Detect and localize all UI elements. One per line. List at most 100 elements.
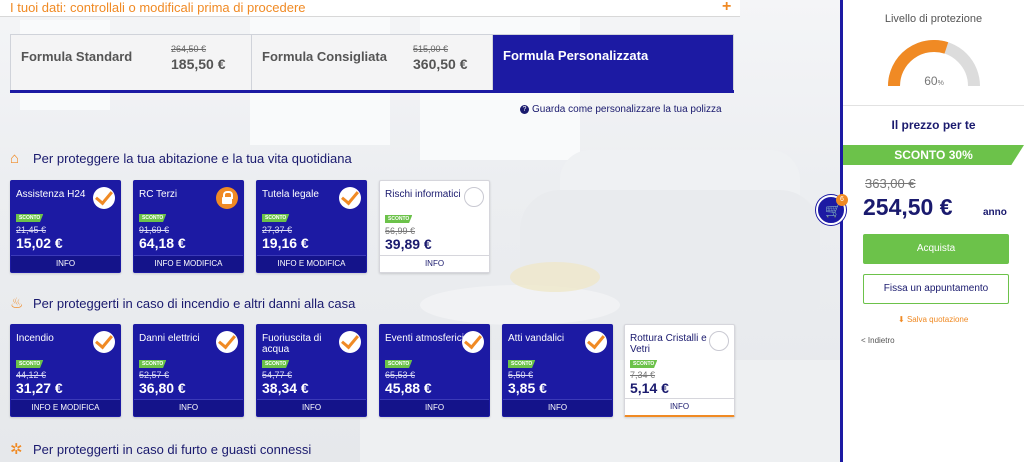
plus-icon[interactable]: +	[722, 0, 731, 16]
card-old-price: 5,50 €	[508, 370, 534, 380]
card-info-button[interactable]: INFO	[380, 399, 489, 416]
checkmark-icon[interactable]	[339, 187, 361, 209]
total-price: 254,50 €	[863, 194, 953, 220]
card-info-button[interactable]: INFO	[380, 255, 489, 272]
section-title-text: Per proteggerti in caso di incendio e al…	[33, 296, 356, 311]
card-price: 36,80 €	[139, 380, 186, 396]
card-title: Tutela legale	[262, 189, 319, 200]
card-title: Incendio	[16, 333, 54, 344]
checkmark-icon[interactable]	[462, 331, 484, 353]
card-title: RC Terzi	[139, 189, 178, 200]
buy-button[interactable]: Acquista	[863, 234, 1009, 264]
discount-badge: SCONTO	[262, 214, 290, 222]
protection-gauge: 60%	[888, 40, 980, 90]
card-old-price: 91,69 €	[139, 225, 170, 235]
card-price: 38,34 €	[262, 380, 309, 396]
coverage-card-atti-vandalici[interactable]: Atti vandalici SCONTO 5,50 € 3,85 € INFO	[502, 324, 613, 417]
card-info-button[interactable]: INFO	[625, 398, 734, 415]
card-old-price: 56,99 €	[385, 226, 416, 236]
section-home-title: ⌂ Per proteggere la tua abitazione e la t…	[10, 150, 352, 167]
card-old-price: 52,57 €	[139, 370, 170, 380]
card-title: Rottura Cristalli e Vetri	[630, 333, 707, 355]
card-old-price: 21,45 €	[16, 225, 47, 235]
coverage-card-assistenza[interactable]: Assistenza H24 SCONTO 21,45 € 15,02 € IN…	[10, 180, 121, 273]
protection-level-label: Livello di protezione	[884, 13, 983, 25]
discount-badge: SCONTO	[262, 360, 290, 368]
save-quote-text: Salva quotazione	[906, 315, 969, 324]
formula-price: 360,50 €	[413, 56, 468, 72]
card-price: 45,88 €	[385, 380, 432, 396]
card-info-button[interactable]: INFO E MODIFICA	[257, 255, 366, 272]
appointment-button[interactable]: Fissa un appuntamento	[863, 274, 1009, 304]
card-price: 31,27 €	[16, 380, 63, 396]
empty-checkbox-icon[interactable]	[464, 187, 484, 207]
checkmark-icon[interactable]	[585, 331, 607, 353]
tab-formula-consigliata[interactable]: Formula Consigliata 515,00 € 360,50 €	[252, 35, 493, 90]
card-info-button[interactable]: INFO	[11, 255, 120, 272]
coverage-card-rischi-informatici[interactable]: Rischi informatici SCONTO 56,99 € 39,89 …	[379, 180, 490, 273]
data-review-bar[interactable]: I tuoi dati: controllali o modificali pr…	[0, 0, 740, 17]
discount-badge: SCONTO	[16, 214, 44, 222]
section-fire-title: ♨ Per proteggerti in caso di incendio e a…	[10, 294, 355, 312]
card-title: Eventi atmosferici	[385, 333, 464, 344]
card-title: Danni elettrici	[139, 333, 200, 344]
card-price: 39,89 €	[385, 236, 432, 252]
checkmark-icon[interactable]	[93, 331, 115, 353]
save-quote-link[interactable]: ⬇ Salva quotazione	[898, 315, 968, 324]
checkmark-icon[interactable]	[216, 331, 238, 353]
card-title: Rischi informatici	[385, 189, 461, 200]
coverage-card-tutela-legale[interactable]: Tutela legale SCONTO 27,37 € 19,16 € INF…	[256, 180, 367, 273]
formula-tabs: Formula Standard 264,50 € 185,50 € Formu…	[10, 34, 734, 91]
cart-button[interactable]: 🛒 6	[816, 194, 848, 225]
section-theft-title: ✲ Per proteggerti in caso di furto e guas…	[10, 440, 311, 458]
card-info-button[interactable]: INFO	[503, 399, 612, 416]
tab-formula-personalizzata[interactable]: Formula Personalizzata	[493, 35, 733, 90]
card-old-price: 7,34 €	[630, 370, 656, 380]
card-old-price: 44,12 €	[16, 370, 47, 380]
back-link[interactable]: < Indietro	[861, 336, 895, 345]
card-price: 19,16 €	[262, 235, 309, 251]
formula-name: Formula Personalizzata	[503, 48, 649, 63]
house-icon: ⌂	[10, 150, 20, 167]
discount-banner: SCONTO 30%	[843, 145, 1024, 165]
card-price: 64,18 €	[139, 235, 186, 251]
coverage-card-rottura-cristalli[interactable]: Rottura Cristalli e Vetri SCONTO 7,34 € …	[624, 324, 735, 417]
checkmark-icon[interactable]	[93, 187, 115, 209]
protection-percent: 60%	[924, 74, 944, 88]
divider	[843, 105, 1024, 106]
question-icon: ?	[520, 105, 529, 114]
discount-badge: SCONTO	[630, 360, 658, 368]
data-review-title: I tuoi dati: controllali o modificali pr…	[10, 0, 306, 15]
tab-formula-standard[interactable]: Formula Standard 264,50 € 185,50 €	[11, 35, 252, 90]
card-old-price: 54,77 €	[262, 370, 293, 380]
card-price: 3,85 €	[508, 380, 547, 396]
coverage-card-incendio[interactable]: Incendio SCONTO 44,12 € 31,27 € INFO E M…	[10, 324, 121, 417]
discount-badge: SCONTO	[385, 215, 413, 223]
price-label: Il prezzo per te	[891, 118, 976, 132]
coverage-card-eventi-atmosferici[interactable]: Eventi atmosferici SCONTO 65,53 € 45,88 …	[379, 324, 490, 417]
card-info-button[interactable]: INFO	[257, 399, 366, 416]
formula-price: 185,50 €	[171, 56, 226, 72]
price-period: anno	[983, 207, 1007, 218]
coverage-card-rc-terzi[interactable]: RC Terzi SCONTO 91,69 € 64,18 € INFO E M…	[133, 180, 244, 273]
customize-guide-link[interactable]: ? Guarda come personalizzare la tua poliz…	[520, 104, 722, 115]
old-total-price: 363,00 €	[865, 176, 916, 191]
discount-badge: SCONTO	[508, 360, 536, 368]
formula-old-price: 515,00 €	[413, 44, 449, 54]
coverage-card-danni-elettrici[interactable]: Danni elettrici SCONTO 52,57 € 36,80 € I…	[133, 324, 244, 417]
lock-icon	[216, 187, 238, 209]
download-icon: ⬇	[898, 315, 907, 324]
card-info-button[interactable]: INFO E MODIFICA	[11, 399, 120, 416]
card-title: Assistenza H24	[16, 189, 86, 200]
card-price: 5,14 €	[630, 380, 669, 396]
card-title: Fuoriuscita di acqua	[262, 333, 322, 355]
guide-link-text: Guarda come personalizzare la tua polizz…	[532, 104, 722, 115]
section-title-text: Per proteggere la tua abitazione e la tu…	[33, 151, 352, 166]
card-info-button[interactable]: INFO	[134, 399, 243, 416]
discount-badge: SCONTO	[16, 360, 44, 368]
coverage-card-fuoriuscita-acqua[interactable]: Fuoriuscita di acqua SCONTO 54,77 € 38,3…	[256, 324, 367, 417]
card-info-button[interactable]: INFO E MODIFICA	[134, 255, 243, 272]
price-summary-panel: Livello di protezione 60% Il prezzo per …	[840, 0, 1024, 462]
checkmark-icon[interactable]	[339, 331, 361, 353]
empty-checkbox-icon[interactable]	[709, 331, 729, 351]
